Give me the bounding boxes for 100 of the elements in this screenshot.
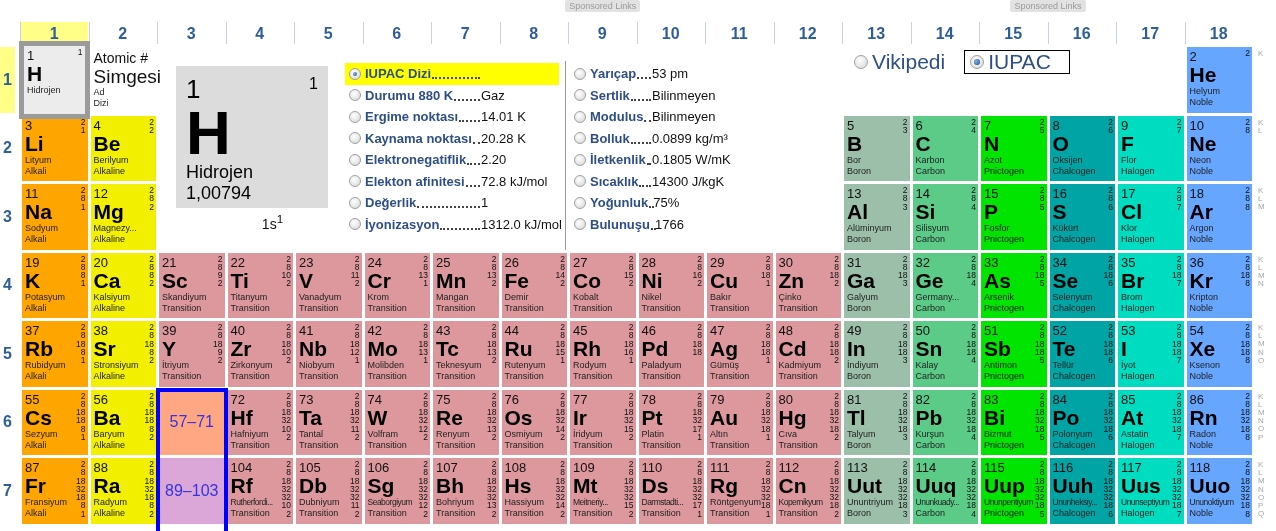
element-tile[interactable]: 45 Rh Rodyum Transition 2 8 18 16 1 <box>570 321 636 387</box>
element-tile[interactable]: 25 Mn Mangan Transition 2 8 13 2 <box>433 252 499 318</box>
radio-button[interactable] <box>349 67 361 80</box>
group-number[interactable]: 13 <box>842 22 910 44</box>
radio-button[interactable] <box>349 196 361 209</box>
element-tile[interactable]: 81 Tl Talyum Boron 2 8 18 32 18 3 <box>844 389 910 455</box>
group-number[interactable]: 12 <box>773 22 841 44</box>
element-tile[interactable]: 10 Ne Neon Noble 2 8 <box>1186 115 1252 181</box>
element-tile[interactable]: 9 F Flor Halogen 2 7 <box>1118 115 1184 181</box>
period-number[interactable]: 5 <box>0 321 15 387</box>
element-tile[interactable]: 105 Db Dubniyum Transition 2 8 18 32 32 11 2 <box>296 458 362 524</box>
radio-button[interactable] <box>574 132 586 145</box>
group-number[interactable]: 8 <box>499 22 567 44</box>
element-tile[interactable]: 84 Po Polonyum Chalcogen 2 8 18 32 18 6 <box>1049 389 1115 455</box>
element-tile[interactable]: 37 Rb Rubidyum Alkali 2 8 18 8 1 <box>22 321 88 387</box>
element-tile[interactable]: 16 S Kükürt Chalcogen 2 8 6 <box>1049 184 1115 250</box>
element-tile[interactable]: 41 Nb Niobyum Transition 2 8 18 12 1 <box>296 321 362 387</box>
element-tile[interactable]: 34 Se Selenyum Chalcogen 2 8 18 6 <box>1049 252 1115 318</box>
radio-button[interactable] <box>574 67 586 80</box>
element-tile[interactable]: 17 Cl Klor Halogen 2 8 7 <box>1118 184 1184 250</box>
element-tile[interactable]: 53 I İyot Halogen 2 8 18 18 7 <box>1118 321 1184 387</box>
period-number[interactable]: 2 <box>0 115 15 181</box>
element-tile[interactable]: 107 Bh Bohriyum Transition 2 8 18 32 32 13 2 <box>433 458 499 524</box>
element-tile[interactable]: 7 N Azot Pnictogen 2 5 <box>981 115 1047 181</box>
element-tile[interactable]: 29 Cu Bakır Transition 2 8 18 1 <box>707 252 773 318</box>
element-tile[interactable]: 39 Y İtriyum Transition 2 8 18 9 2 <box>159 321 225 387</box>
element-tile[interactable]: 32 Ge Germany... Carbon 2 8 18 4 <box>912 252 978 318</box>
radio-button[interactable] <box>349 218 361 231</box>
element-tile[interactable]: 44 Ru Rutenyum Transition 2 8 18 15 1 <box>501 321 567 387</box>
radio-button[interactable] <box>574 89 586 102</box>
element-tile[interactable]: 38 Sr Stronsiyum Alkaline 2 8 18 8 2 <box>90 321 156 387</box>
radio-button[interactable] <box>970 55 985 69</box>
group-number[interactable]: 3 <box>157 22 225 44</box>
period-number[interactable]: 7 <box>0 458 15 524</box>
group-number[interactable]: 10 <box>636 22 704 44</box>
element-tile[interactable]: 50 Sn Kalay Carbon 2 8 18 18 4 <box>912 321 978 387</box>
element-tile[interactable]: 83 Bi Bizmut Pnictogen 2 8 18 32 18 5 <box>981 389 1047 455</box>
group-number[interactable]: 17 <box>1116 22 1184 44</box>
element-tile[interactable]: 33 As Arsenik Pnictogen 2 8 18 5 <box>981 252 1047 318</box>
radio-button[interactable] <box>349 89 361 102</box>
element-tile[interactable]: 14 Si Silisyum Carbon 2 8 4 <box>912 184 978 250</box>
element-tile[interactable]: 75 Re Renyum Transition 2 8 18 32 13 2 <box>433 389 499 455</box>
period-number[interactable]: 4 <box>0 252 15 318</box>
radio-button[interactable] <box>349 175 361 188</box>
element-tile[interactable]: 11 Na Sodyum Alkali 2 8 1 <box>22 184 88 250</box>
element-tile[interactable]: 82 Pb Kurşun Carbon 2 8 18 32 18 4 <box>912 389 978 455</box>
element-tile[interactable]: 56 Ba Baryum Alkaline 2 8 18 18 8 2 <box>90 389 156 455</box>
period-number[interactable]: 6 <box>0 389 15 455</box>
element-tile[interactable]: 1 H Hidrojen 1 <box>19 41 90 119</box>
element-tile[interactable]: 18 Ar Argon Noble 2 8 8 <box>1186 184 1252 250</box>
element-tile[interactable]: 110 Ds Darmstadti... Transition 2 8 18 32 32 17 1 <box>638 458 704 524</box>
series-link[interactable]: 89–103 <box>159 458 225 524</box>
element-tile[interactable]: 24 Cr Krom Transition 2 8 13 1 <box>364 252 430 318</box>
element-tile[interactable]: 46 Pd Paladyum Transition 2 8 18 18 <box>638 321 704 387</box>
group-number[interactable]: 1 <box>20 22 88 44</box>
element-tile[interactable]: 22 Ti Titanyum Transition 2 8 10 2 <box>227 252 293 318</box>
radio-button[interactable] <box>574 218 586 231</box>
group-number[interactable]: 6 <box>362 22 430 44</box>
highlighted-row[interactable]: IUPAC Dizi <box>345 63 559 85</box>
period-number[interactable]: 3 <box>0 184 15 250</box>
element-tile[interactable]: 79 Au Altın Transition 2 8 18 32 18 1 <box>707 389 773 455</box>
element-tile[interactable]: 87 Fr Fransiyum Alkali 2 8 18 32 18 8 1 <box>22 458 88 524</box>
element-tile[interactable]: 20 Ca Kalsiyum Alkaline 2 8 8 2 <box>90 252 156 318</box>
element-tile[interactable]: 72 Hf Hafniyum Transition 2 8 18 32 10 2 <box>227 389 293 455</box>
radio-button[interactable] <box>574 153 586 166</box>
series-link[interactable]: 57–71 <box>159 389 225 455</box>
element-tile[interactable]: 54 Xe Ksenon Noble 2 8 18 18 8 <box>1186 321 1252 387</box>
element-tile[interactable]: 88 Ra Radyum Alkaline 2 8 18 32 18 8 2 <box>90 458 156 524</box>
element-tile[interactable]: 36 Kr Kripton Noble 2 8 18 8 <box>1186 252 1252 318</box>
element-tile[interactable]: 78 Pt Platin Transition 2 8 18 32 17 1 <box>638 389 704 455</box>
group-number[interactable]: 9 <box>568 22 636 44</box>
group-number[interactable]: 14 <box>910 22 978 44</box>
group-number[interactable]: 7 <box>431 22 499 44</box>
element-tile[interactable]: 12 Mg Magnezy... Alkaline 2 8 2 <box>90 184 156 250</box>
element-tile[interactable]: 28 Ni Nikel Transition 2 8 16 2 <box>638 252 704 318</box>
radio-button[interactable] <box>349 132 361 145</box>
element-tile[interactable]: 19 K Potasyum Alkali 2 8 8 1 <box>22 252 88 318</box>
element-tile[interactable]: 5 B Bor Boron 2 3 <box>844 115 910 181</box>
element-tile[interactable]: 43 Tc Teknesyum Transition 2 8 18 13 2 <box>433 321 499 387</box>
group-number[interactable]: 18 <box>1184 22 1252 44</box>
element-tile[interactable]: 8 O Oksijen Chalcogen 2 6 <box>1049 115 1115 181</box>
group-number[interactable]: 16 <box>1047 22 1115 44</box>
element-tile[interactable]: 31 Ga Galyum Boron 2 8 18 3 <box>844 252 910 318</box>
radio-button[interactable] <box>574 110 586 123</box>
element-tile[interactable]: 27 Co Kobalt Transition 2 8 15 2 <box>570 252 636 318</box>
element-tile[interactable]: 15 P Fosfor Pnictogen 2 8 5 <box>981 184 1047 250</box>
element-tile[interactable]: 23 V Vanadyum Transition 2 8 11 2 <box>296 252 362 318</box>
radio-button[interactable] <box>574 175 586 188</box>
element-tile[interactable]: 86 Rn Radon Noble 2 8 18 32 18 8 <box>1186 389 1252 455</box>
element-tile[interactable]: 85 At Astatin Halogen 2 8 18 32 18 7 <box>1118 389 1184 455</box>
element-tile[interactable]: 13 Al Alüminyum Boron 2 8 3 <box>844 184 910 250</box>
element-tile[interactable]: 26 Fe Demir Transition 2 8 14 2 <box>501 252 567 318</box>
period-number[interactable]: 1 <box>0 47 15 113</box>
element-tile[interactable]: 2 He Helyum Noble 2 <box>1186 47 1252 113</box>
group-number[interactable]: 11 <box>705 22 773 44</box>
radio-button[interactable] <box>349 153 361 166</box>
element-tile[interactable]: 76 Os Osmiyum Transition 2 8 18 32 14 2 <box>501 389 567 455</box>
element-tile[interactable]: 55 Cs Sezyum Alkali 2 8 18 18 8 1 <box>22 389 88 455</box>
element-tile[interactable]: 109 Mt Meitneriy... Transition 2 8 18 32 32 15 2 <box>570 458 636 524</box>
element-tile[interactable]: 47 Ag Gümüş Transition 2 8 18 18 1 <box>707 321 773 387</box>
